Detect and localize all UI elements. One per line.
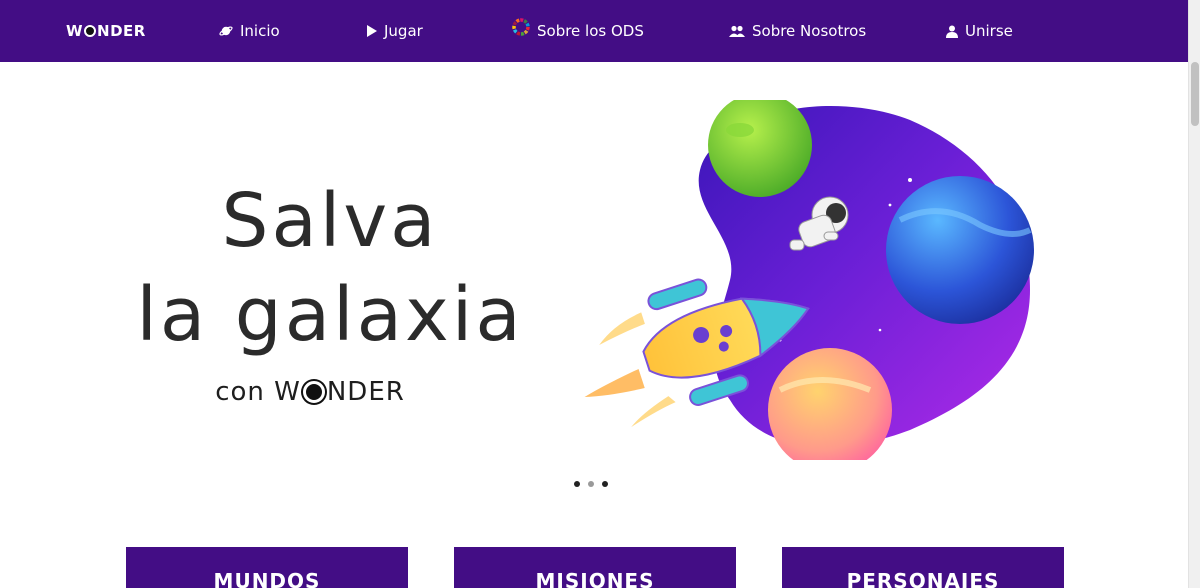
brand-text-start: W	[66, 22, 84, 40]
card-personajes-label: PERSONAJES	[846, 569, 1000, 588]
nav-label-jugar: Jugar	[384, 22, 423, 40]
galaxy-illustration	[584, 100, 1034, 460]
user-icon	[946, 25, 958, 38]
nav-item-unirse[interactable]: Unirse	[946, 0, 1013, 62]
nav-item-sobre-nosotros[interactable]: Sobre Nosotros	[729, 0, 866, 62]
carousel-dot-2[interactable]	[588, 481, 594, 487]
nav-label-sobre-nosotros: Sobre Nosotros	[752, 22, 867, 40]
carousel-dot-3[interactable]	[602, 481, 608, 487]
brand-logo[interactable]: W NDER	[66, 0, 146, 62]
nav-item-sobre-ods[interactable]: Sobre los ODS	[512, 0, 644, 62]
hero-subtitle-start: con W	[215, 377, 301, 407]
card-misiones[interactable]: MISIONES	[454, 547, 736, 588]
scroll-thumb[interactable]	[1191, 62, 1199, 126]
wonder-o-icon	[302, 381, 325, 403]
top-navbar: W NDER Inicio Jugar Sobre los ODS Sobre …	[0, 0, 1188, 62]
nav-label-unirse: Unirse	[965, 22, 1013, 40]
hero-title-line1: Salva	[221, 178, 439, 264]
hero-title-line2: la galaxia	[136, 272, 524, 358]
hero-subtitle-end: NDER	[326, 377, 405, 407]
group-icon	[729, 25, 745, 37]
planet-icon	[219, 24, 233, 38]
nav-label-inicio: Inicio	[240, 22, 280, 40]
nav-item-inicio[interactable]: Inicio	[219, 0, 280, 62]
card-mundos-label: MUNDOS	[213, 569, 321, 588]
card-mundos[interactable]: MUNDOS	[126, 547, 408, 588]
brand-text-end: NDER	[97, 22, 146, 40]
sdg-wheel-icon	[512, 18, 530, 36]
card-personajes[interactable]: PERSONAJES	[782, 547, 1064, 588]
carousel-dot-1[interactable]	[574, 481, 580, 487]
play-icon	[367, 25, 377, 37]
card-misiones-label: MISIONES	[535, 569, 655, 588]
nav-label-sobre-ods: Sobre los ODS	[537, 22, 644, 40]
nav-item-jugar[interactable]: Jugar	[367, 0, 423, 62]
brand-o-icon	[84, 25, 97, 37]
vertical-scrollbar[interactable]	[1188, 0, 1200, 588]
hero-subtitle: con W NDER	[0, 377, 620, 407]
carousel-indicators	[574, 481, 608, 487]
